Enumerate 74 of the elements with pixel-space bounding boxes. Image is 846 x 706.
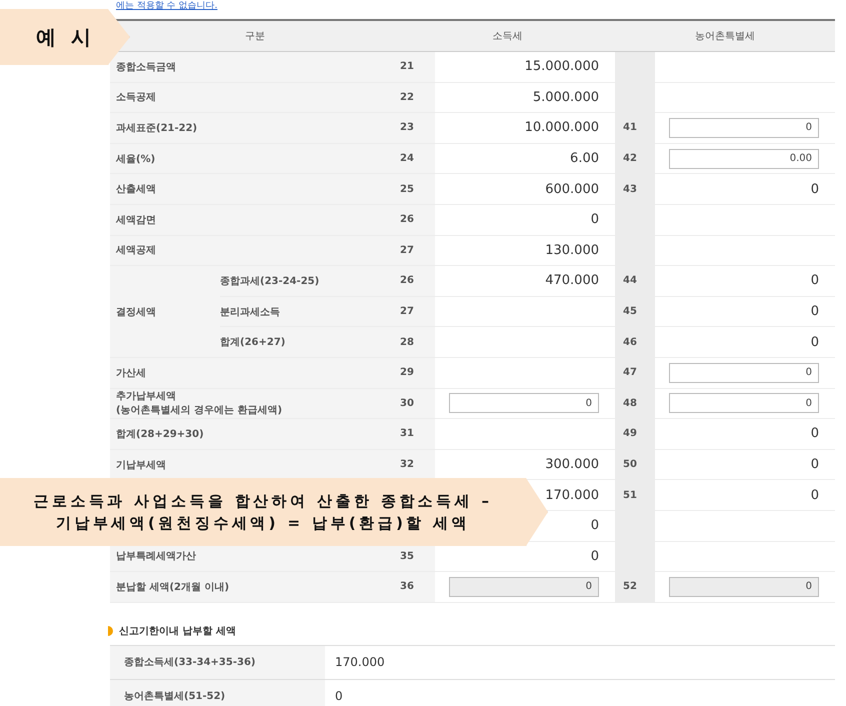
amount-cell: 0: [655, 296, 835, 327]
amount-cell: 0: [435, 204, 615, 236]
row-label: 가산세: [110, 357, 400, 388]
row-label: 세율(%): [110, 143, 400, 174]
amount-cell: 0: [655, 174, 835, 204]
line-number: 27: [400, 296, 435, 327]
line-number: 50: [615, 449, 655, 480]
row-label: 과세표준(21-22): [110, 112, 400, 144]
explanation-callout: 근로소득과 사업소득을 합산하여 산출한 종합소득세 – 기납부세액(원천징수세액) = 납부(환급)할 세액: [0, 478, 548, 546]
line-number: 30: [400, 388, 435, 419]
row-label: 결정세액: [110, 266, 220, 358]
line-number: 26: [400, 204, 435, 236]
amount-cell: 600.000: [435, 174, 615, 204]
amount-cell: 0: [655, 326, 835, 358]
amount-field[interactable]: 0.00: [669, 148, 819, 169]
line-number: 29: [400, 357, 435, 388]
line-number: 23: [400, 112, 435, 144]
row-label: 종합과세(23-24-25): [220, 266, 400, 296]
amount-cell: 5.000.000: [435, 82, 615, 113]
amount-field[interactable]: 0: [669, 393, 819, 414]
amount-field[interactable]: 0: [449, 393, 599, 414]
amount-cell: 0: [655, 480, 835, 510]
line-number: 45: [615, 296, 655, 327]
line-number: 24: [400, 143, 435, 174]
row-label: 종합소득금액: [110, 52, 400, 82]
line-number: 27: [400, 235, 435, 266]
row-label: 소득공제: [110, 82, 400, 113]
line-number: 21: [400, 52, 435, 82]
row-label: 농어촌특별세(51-52): [110, 679, 325, 706]
line-number: 46: [615, 326, 655, 358]
line-number: 26: [400, 266, 435, 296]
line-number: 52: [615, 572, 655, 602]
bullet-icon: [108, 626, 113, 636]
row-label: 기납부세액: [110, 449, 400, 480]
row-label: 추가납부세액 (농어촌특별세의 경우에는 환급세액): [110, 388, 400, 419]
section-title: 신고기한이내 납부할 세액: [119, 624, 236, 638]
line-number: 49: [615, 418, 655, 450]
amount-cell: 170.000: [325, 645, 835, 680]
line-number: 36: [400, 572, 435, 602]
line-number: 48: [615, 388, 655, 419]
amount-field[interactable]: 0: [669, 118, 819, 138]
line-number: 42: [615, 143, 655, 174]
amount-cell: 6.00: [435, 143, 615, 174]
amount-cell: 470.000: [435, 266, 615, 296]
amount-cell: 0: [655, 418, 835, 450]
amount-cell: 130.000: [435, 235, 615, 266]
row-label: 세액감면: [110, 204, 400, 236]
line-number: 47: [615, 357, 655, 388]
amount-cell: 15.000.000: [435, 52, 615, 82]
line-number: 28: [400, 326, 435, 358]
line-number: 31: [400, 418, 435, 450]
line-number: 25: [400, 174, 435, 204]
amount-cell: 0: [655, 266, 835, 296]
column-header: 농어촌특별세: [615, 20, 835, 52]
amount-cell: 10.000.000: [435, 112, 615, 144]
line-number: 41: [615, 112, 655, 144]
amount-field[interactable]: 0: [669, 362, 819, 383]
line-number: 51: [615, 480, 655, 510]
row-label: 분납할 세액(2개월 이내): [110, 572, 400, 602]
line-number: 44: [615, 266, 655, 296]
amount-cell: 300.000: [435, 449, 615, 480]
line-number: 43: [615, 174, 655, 204]
row-label: 세액공제: [110, 235, 400, 266]
row-label: 합계(28+29+30): [110, 418, 400, 450]
line-number: 22: [400, 82, 435, 113]
amount-cell: 0: [655, 449, 835, 480]
notice-link[interactable]: 에는 적용할 수 없습니다.: [116, 0, 218, 12]
column-header: 소득세: [400, 20, 615, 52]
row-label: 산출세액: [110, 174, 400, 204]
row-label: 합계(26+27): [220, 326, 400, 358]
line-number: 32: [400, 449, 435, 480]
amount-cell: 0: [325, 679, 835, 706]
row-label: 분리과세소득: [220, 296, 400, 327]
row-label: 종합소득세(33-34+35-36): [110, 645, 325, 680]
